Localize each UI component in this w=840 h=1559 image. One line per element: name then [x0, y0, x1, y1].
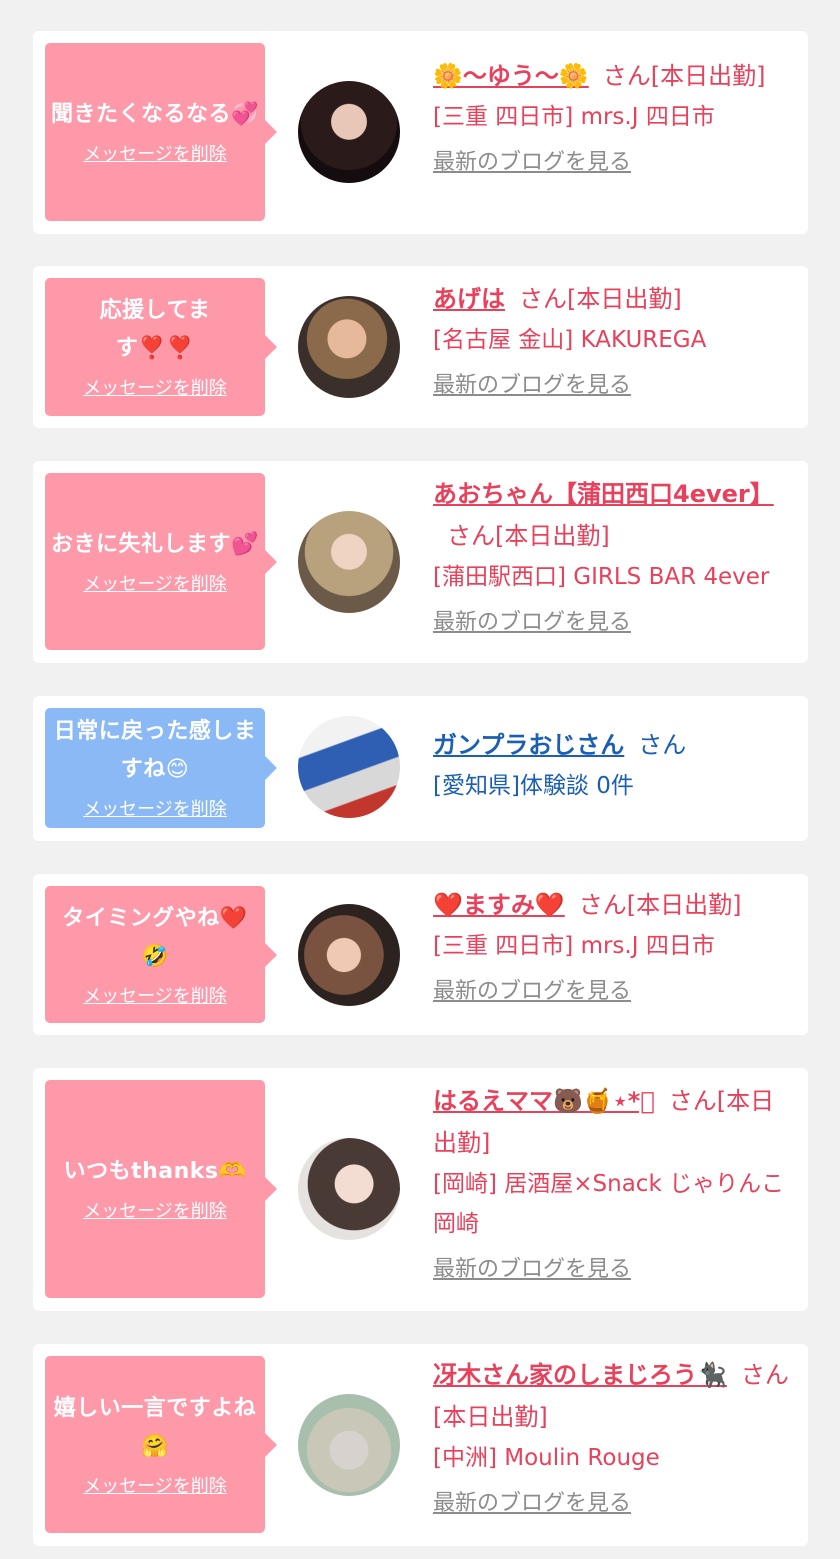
delete-message-link[interactable]: メッセージを削除	[83, 984, 227, 1010]
profile-name-link[interactable]: 🌼〜ゆう〜🌼	[433, 62, 589, 90]
shop-location: [三重 四日市] mrs.J 四日市	[433, 104, 715, 130]
message-text: 聞きたくなるなる💞	[51, 102, 259, 127]
message-bubble: 聞きたくなるなる💞 メッセージを削除	[45, 43, 277, 221]
message-bubble: 嬉しい一言ですよね🤗 メッセージを削除	[45, 1356, 277, 1533]
shop-location: [名古屋 金山] KAKUREGA	[433, 327, 707, 353]
delete-message-link[interactable]: メッセージを削除	[83, 142, 227, 168]
profile-info: あおちゃん【蒲田西口4ever】さん[本日出勤] [蒲田駅西口] GIRLS B…	[433, 473, 798, 643]
message-text: 嬉しい一言ですよね🤗	[53, 1395, 257, 1459]
message-card: 日常に戻った感しますね😊 メッセージを削除 ガンプラおじさん さん [愛知県]体験…	[33, 696, 808, 841]
honorific-status: さん[本日出勤]	[602, 62, 766, 90]
honorific-status: さん[本日出勤]	[519, 285, 682, 313]
profile-info: はるえママ🐻🍯⋆*゚ さん[本日出勤] [岡崎] 居酒屋×Snack じゃりんこ岡…	[433, 1080, 798, 1290]
delete-message-link[interactable]: メッセージを削除	[83, 572, 227, 598]
honorific-status: さん	[638, 731, 687, 759]
message-card: おきに失礼します💕 メッセージを削除 あおちゃん【蒲田西口4ever】さん[本日…	[33, 461, 808, 663]
message-text: いつもthanks🫶	[63, 1159, 247, 1184]
shop-location: [岡崎] 居酒屋×Snack じゃりんこ岡崎	[433, 1171, 785, 1237]
profile-info: あげは さん[本日出勤] [名古屋 金山] KAKUREGA 最新のブログを見る	[433, 278, 798, 406]
profile-info: 冴木さん家のしまじろう🐈‍⬛ さん[本日出勤] [中洲] Moulin Rouge…	[433, 1354, 798, 1524]
profile-name-link[interactable]: ❤️ますみ❤️	[433, 891, 565, 919]
profile-name-link[interactable]: ガンプラおじさん	[433, 731, 624, 759]
profile-info: ガンプラおじさん さん [愛知県]体験談 0件	[433, 724, 798, 806]
user-review-count: [愛知県]体験談 0件	[433, 773, 634, 799]
message-card: いつもthanks🫶 メッセージを削除 はるえママ🐻🍯⋆*゚ さん[本日出勤] […	[33, 1068, 808, 1311]
shop-location: [中洲] Moulin Rouge	[433, 1445, 660, 1471]
message-text: 応援してます❣️❣️	[99, 298, 211, 361]
shop-location: [蒲田駅西口] GIRLS BAR 4ever	[433, 564, 770, 590]
message-bubble: 日常に戻った感しますね😊 メッセージを削除	[45, 708, 277, 828]
latest-blog-link[interactable]: 最新のブログを見る	[433, 143, 798, 183]
latest-blog-link[interactable]: 最新のブログを見る	[433, 1484, 798, 1524]
latest-blog-link[interactable]: 最新のブログを見る	[433, 366, 798, 406]
latest-blog-link[interactable]: 最新のブログを見る	[433, 603, 798, 643]
avatar[interactable]	[298, 716, 400, 818]
message-bubble: タイミングやね❤️🤣 メッセージを削除	[45, 886, 277, 1023]
delete-message-link[interactable]: メッセージを削除	[83, 797, 227, 823]
message-text: タイミングやね❤️🤣	[62, 905, 248, 969]
honorific-status: さん[本日出勤]	[578, 891, 742, 919]
message-text: 日常に戻った感しますね😊	[53, 719, 257, 782]
profile-name-link[interactable]: 冴木さん家のしまじろう🐈‍⬛	[433, 1361, 727, 1389]
message-card: タイミングやね❤️🤣 メッセージを削除 ❤️ますみ❤️ さん[本日出勤] [三重 …	[33, 874, 808, 1035]
profile-name-link[interactable]: あおちゃん【蒲田西口4ever】	[433, 480, 774, 508]
profile-name-link[interactable]: はるえママ🐻🍯⋆*゚	[433, 1087, 655, 1115]
message-card: 聞きたくなるなる💞 メッセージを削除 🌼〜ゆう〜🌼 さん[本日出勤] [三重 四日…	[33, 31, 808, 234]
avatar[interactable]	[298, 1394, 400, 1496]
profile-info: ❤️ますみ❤️ さん[本日出勤] [三重 四日市] mrs.J 四日市 最新のブロ…	[433, 884, 798, 1012]
latest-blog-link[interactable]: 最新のブログを見る	[433, 972, 798, 1012]
message-card: 嬉しい一言ですよね🤗 メッセージを削除 冴木さん家のしまじろう🐈‍⬛ さん[本日出…	[33, 1344, 808, 1546]
message-text: おきに失礼します💕	[51, 531, 259, 557]
shop-location: [三重 四日市] mrs.J 四日市	[433, 933, 715, 959]
profile-info: 🌼〜ゆう〜🌼 さん[本日出勤] [三重 四日市] mrs.J 四日市 最新のブログ…	[433, 55, 798, 183]
honorific-status: さん[本日出勤]	[447, 522, 610, 550]
avatar[interactable]	[298, 1138, 400, 1240]
avatar[interactable]	[298, 904, 400, 1006]
message-bubble: 応援してます❣️❣️ メッセージを削除	[45, 278, 277, 416]
avatar[interactable]	[298, 296, 400, 398]
delete-message-link[interactable]: メッセージを削除	[83, 1199, 227, 1225]
avatar[interactable]	[298, 511, 400, 613]
profile-name-link[interactable]: あげは	[433, 285, 505, 313]
avatar[interactable]	[298, 81, 400, 183]
delete-message-link[interactable]: メッセージを削除	[83, 376, 227, 402]
message-card: 応援してます❣️❣️ メッセージを削除 あげは さん[本日出勤] [名古屋 金山]…	[33, 266, 808, 428]
latest-blog-link[interactable]: 最新のブログを見る	[433, 1250, 798, 1290]
message-bubble: いつもthanks🫶 メッセージを削除	[45, 1080, 277, 1298]
delete-message-link[interactable]: メッセージを削除	[83, 1474, 227, 1500]
message-bubble: おきに失礼します💕 メッセージを削除	[45, 473, 277, 650]
